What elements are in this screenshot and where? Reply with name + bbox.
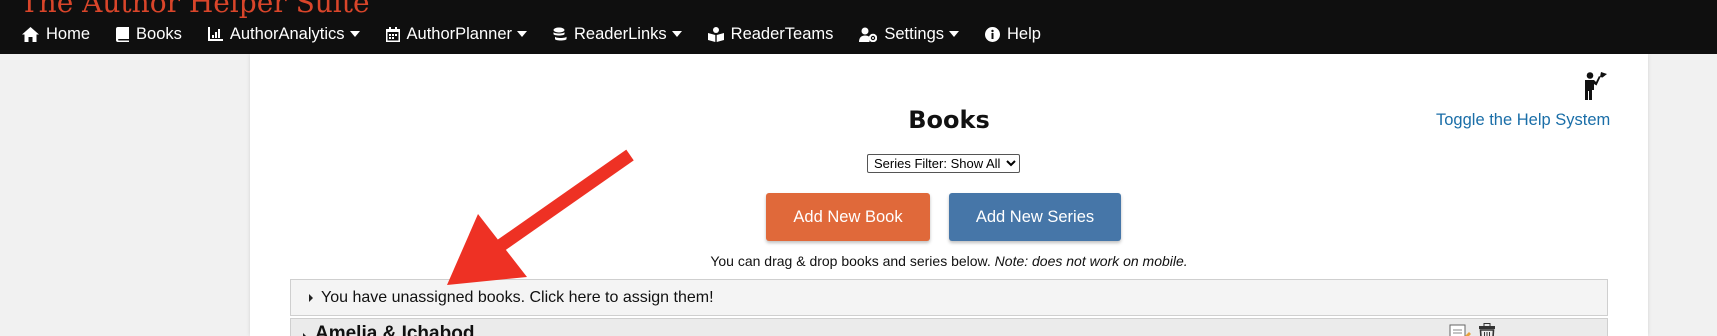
reader-icon <box>707 26 724 42</box>
chevron-down-icon <box>949 31 959 37</box>
nav-readerlinks[interactable]: ReaderLinks <box>553 25 682 44</box>
add-new-series-button[interactable]: Add New Series <box>949 193 1121 241</box>
calendar-icon <box>385 26 400 42</box>
book-icon <box>116 26 130 42</box>
unassigned-books-toggle[interactable]: You have unassigned books. Click here to… <box>290 279 1608 316</box>
nav-analytics[interactable]: AuthorAnalytics <box>207 24 360 44</box>
top-navbar: The Author Helper Suite Home Books Autho… <box>0 0 1717 54</box>
hint-note: Note: does not work on mobile. <box>994 253 1188 269</box>
chevron-down-icon <box>517 31 528 37</box>
home-icon <box>22 26 39 42</box>
nav-planner[interactable]: AuthorPlanner <box>385 24 528 44</box>
coins-icon <box>553 27 567 40</box>
edit-icon[interactable] <box>1449 323 1471 336</box>
add-new-book-button[interactable]: Add New Book <box>766 193 930 241</box>
nav-readerlinks-label: ReaderLinks <box>574 24 667 43</box>
nav-help[interactable]: Help <box>985 25 1041 44</box>
nav-books[interactable]: Books <box>116 25 182 44</box>
nav-home-label: Home <box>46 24 91 43</box>
chart-icon <box>207 27 223 41</box>
nav-settings-label: Settings <box>884 24 944 43</box>
brand-title[interactable]: The Author Helper Suite <box>20 0 370 19</box>
main-nav: Home Books AuthorAnalytics AuthorPlanner… <box>0 22 1067 46</box>
info-icon <box>985 26 1000 42</box>
caret-right-icon <box>309 293 313 302</box>
hint-text: You can drag & drop books and series bel… <box>710 253 995 269</box>
drag-drop-hint: You can drag & drop books and series bel… <box>0 253 1717 269</box>
nav-settings[interactable]: Settings <box>859 25 959 44</box>
nav-readerteams-label: ReaderTeams <box>730 24 834 43</box>
unassigned-books-label: You have unassigned books. Click here to… <box>321 288 714 306</box>
nav-readerteams[interactable]: ReaderTeams <box>707 24 834 44</box>
nav-help-label: Help <box>1007 24 1041 43</box>
series-filter-select[interactable]: Series Filter: Show All <box>867 154 1020 173</box>
nav-planner-label: AuthorPlanner <box>406 24 513 43</box>
user-gear-icon <box>859 27 878 42</box>
help-guide-icon[interactable] <box>1582 72 1608 100</box>
series-name: Amelia & Ichabod <box>315 323 475 336</box>
page-title: Books <box>908 106 990 134</box>
chevron-down-icon <box>349 31 360 37</box>
nav-home[interactable]: Home <box>22 25 90 44</box>
nav-analytics-label: AuthorAnalytics <box>229 24 345 43</box>
trash-icon[interactable] <box>1477 323 1497 336</box>
chevron-down-icon <box>671 31 682 37</box>
series-row[interactable]: Amelia & Ichabod <box>290 318 1608 336</box>
nav-books-label: Books <box>136 24 182 43</box>
